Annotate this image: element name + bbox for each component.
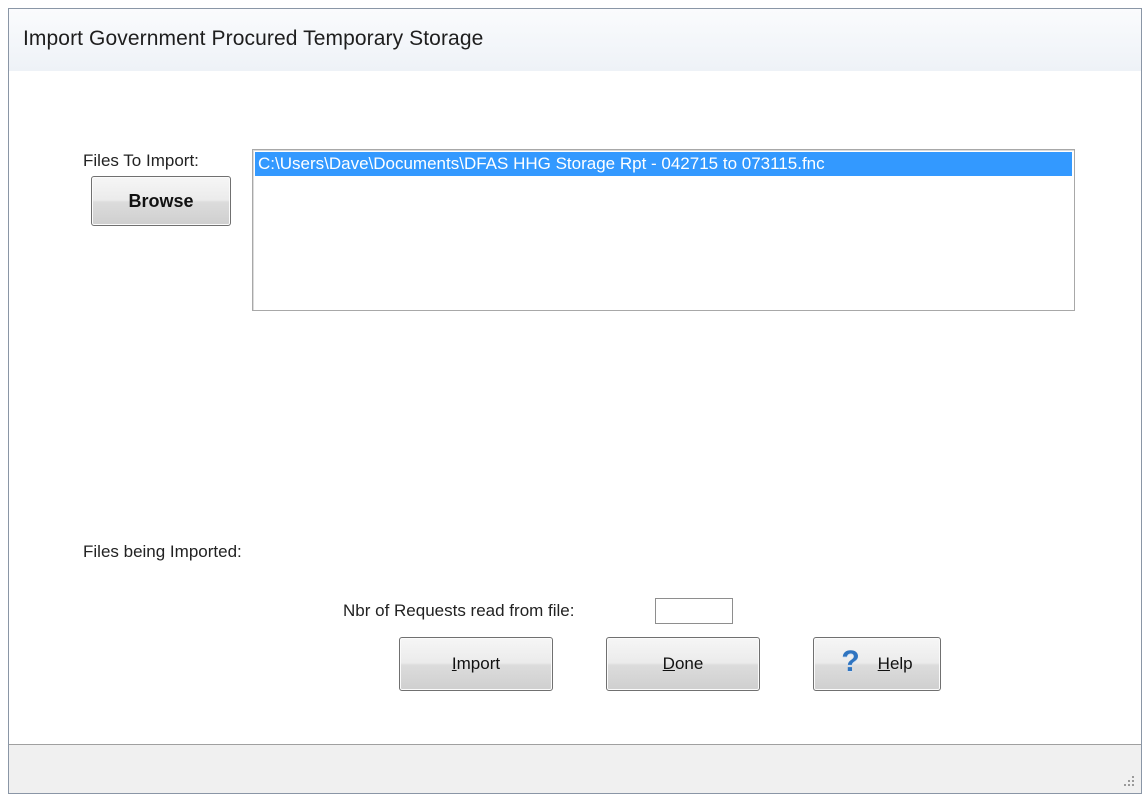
done-button-label: one — [674, 654, 704, 673]
file-list-item[interactable]: C:\Users\Dave\Documents\DFAS HHG Storage… — [255, 152, 1072, 176]
title-bar: Import Government Procured Temporary Sto… — [9, 9, 1141, 71]
done-button[interactable]: Done — [606, 637, 760, 691]
help-button-label: elp — [889, 654, 913, 673]
dialog-body: Files To Import: Browse C:\Users\Dave\Do… — [9, 71, 1141, 744]
question-mark-icon: ? — [841, 645, 860, 678]
requests-read-label: Nbr of Requests read from file: — [343, 601, 575, 620]
import-button[interactable]: Import — [399, 637, 553, 691]
import-button-label: mport — [456, 654, 501, 673]
done-mnemonic: D — [662, 654, 675, 673]
resize-grip-icon[interactable] — [1121, 773, 1135, 787]
browse-button[interactable]: Browse — [91, 176, 231, 226]
files-to-import-label: Files To Import: — [83, 151, 199, 170]
status-bar — [9, 744, 1141, 793]
files-to-import-listbox[interactable]: C:\Users\Dave\Documents\DFAS HHG Storage… — [252, 149, 1075, 311]
files-being-imported-label: Files being Imported: — [83, 542, 242, 561]
help-mnemonic: H — [877, 654, 890, 673]
import-dialog-window: Import Government Procured Temporary Sto… — [8, 8, 1142, 794]
help-button[interactable]: ? Help — [813, 637, 941, 691]
requests-read-count-field — [655, 598, 733, 624]
window-title: Import Government Procured Temporary Sto… — [23, 27, 484, 50]
